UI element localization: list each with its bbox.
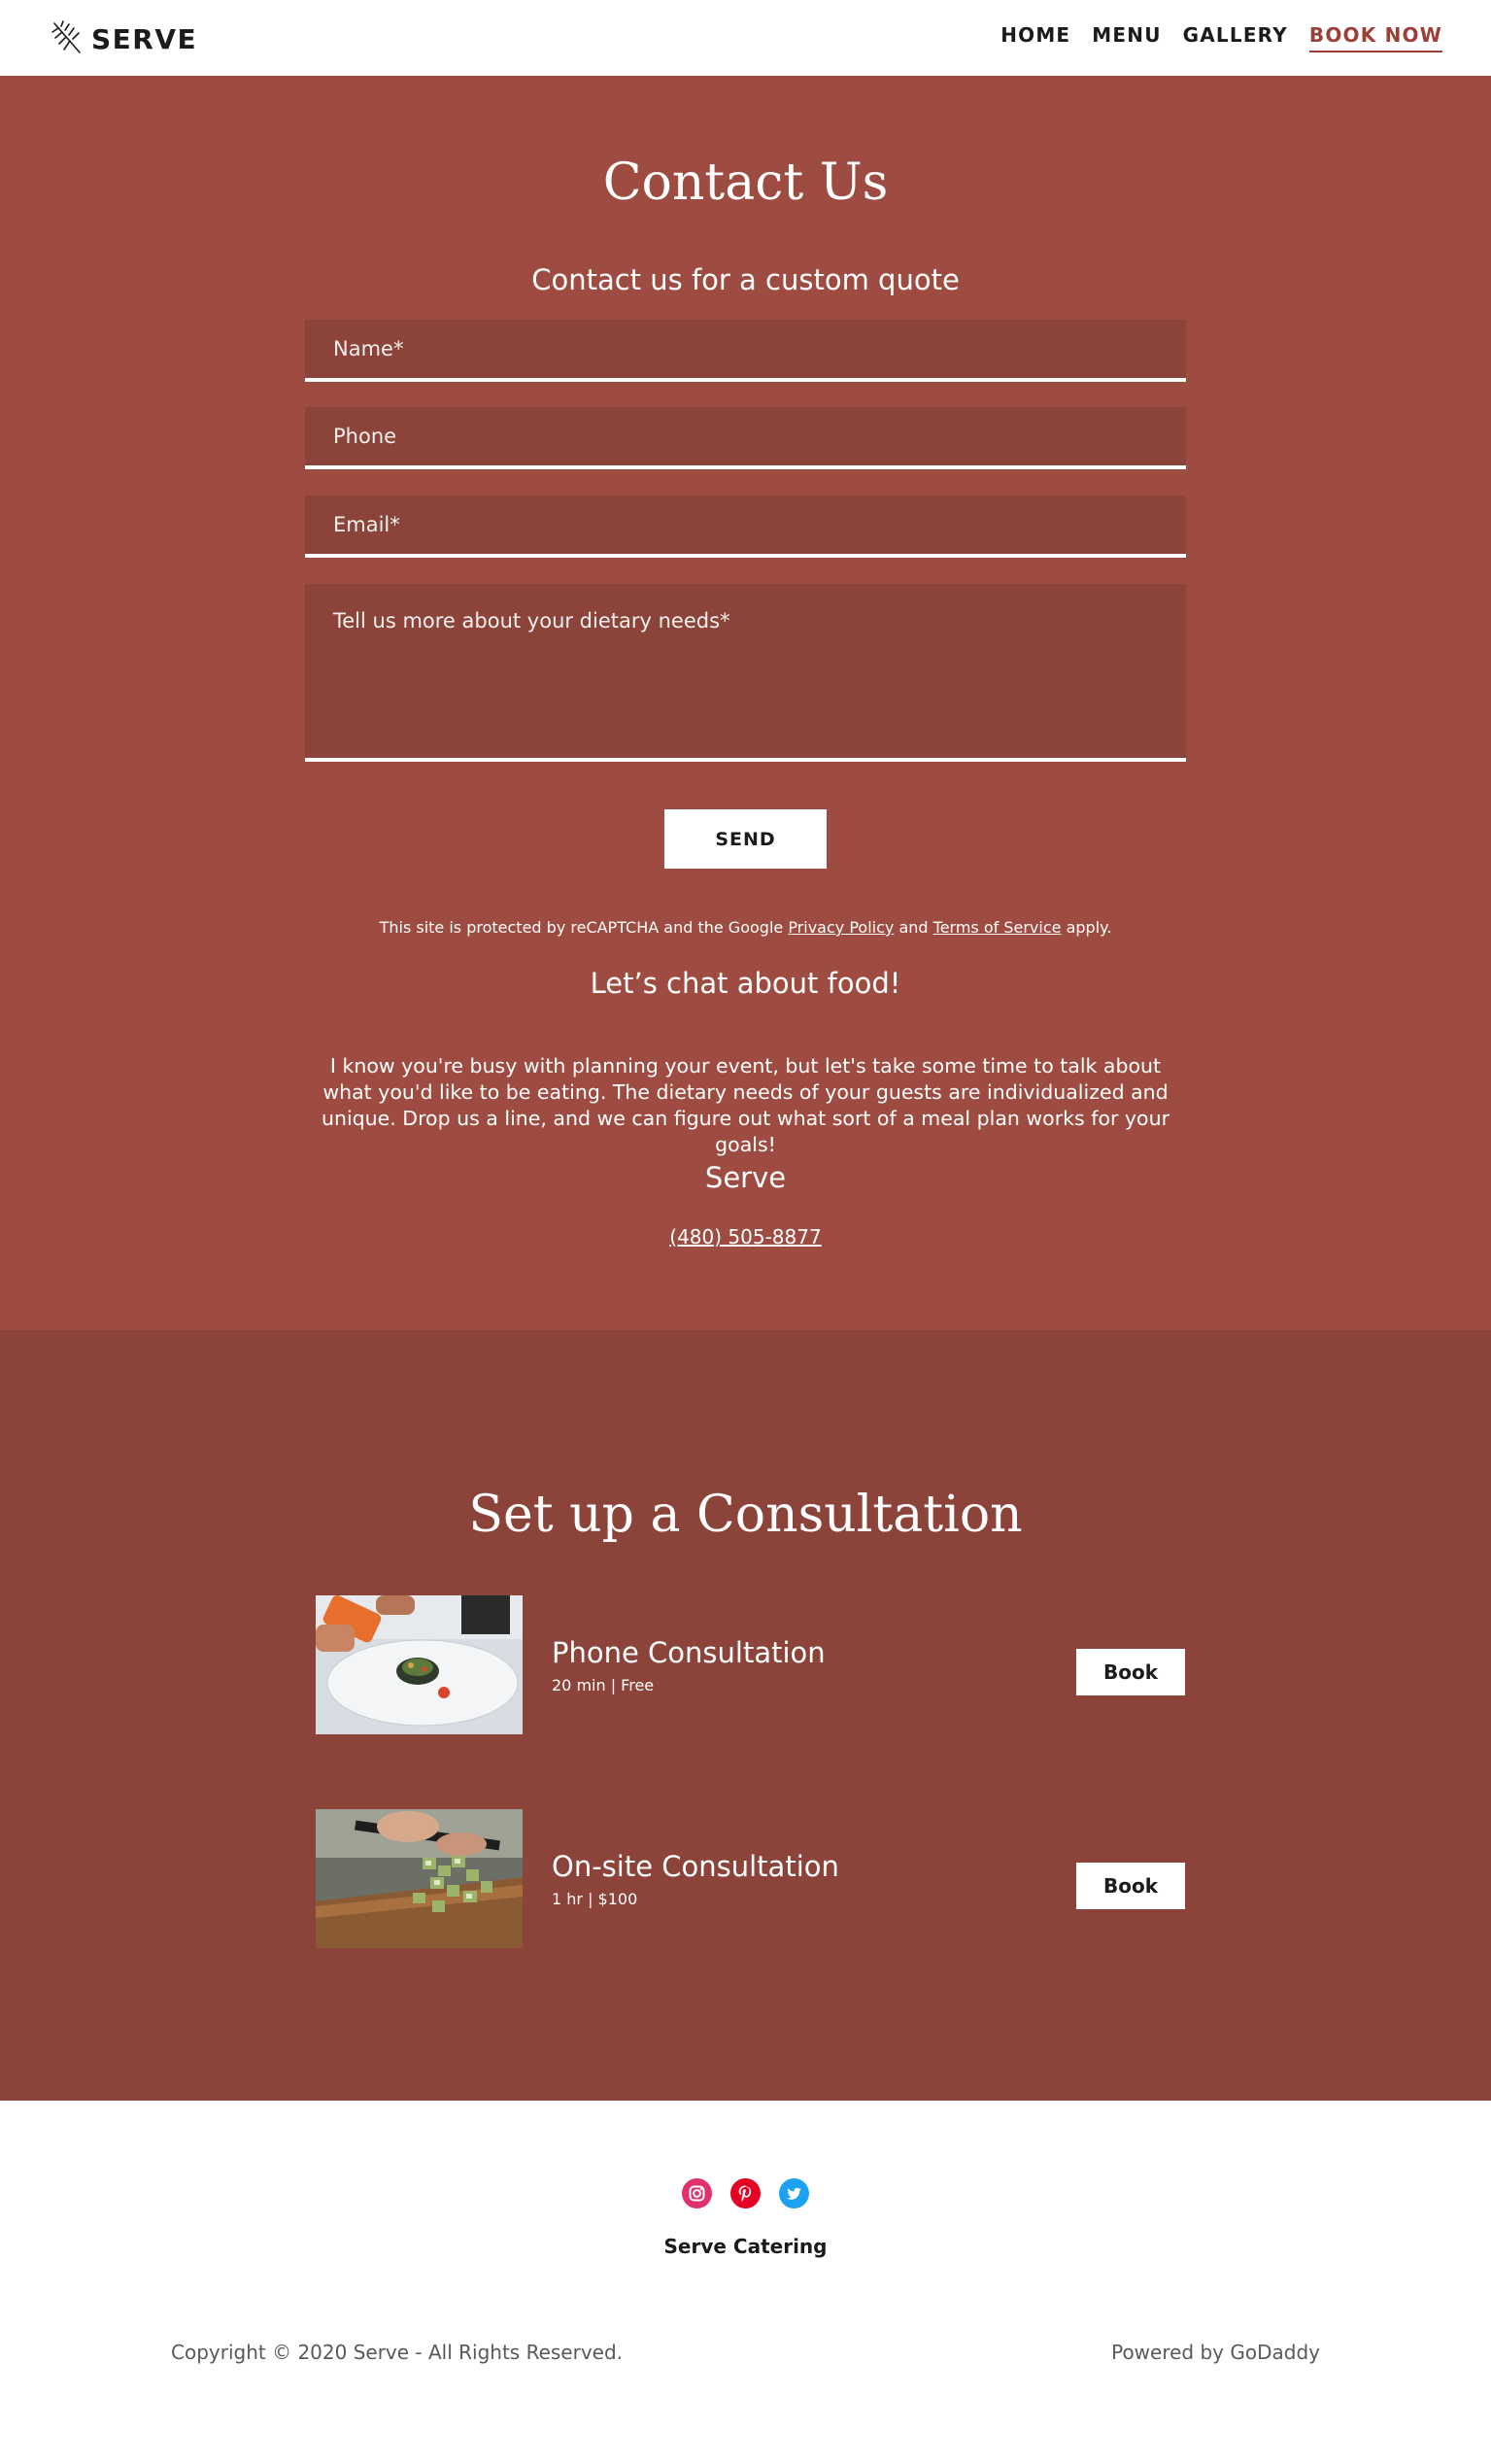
phone-input[interactable] [305, 407, 1186, 465]
nav-gallery[interactable]: GALLERY [1183, 23, 1288, 52]
footer-business-name: Serve Catering [663, 2235, 828, 2258]
pinterest-icon[interactable] [730, 2178, 761, 2208]
privacy-policy-link[interactable]: Privacy Policy [788, 918, 894, 937]
business-name: Serve [704, 1161, 787, 1194]
copyright-text: Copyright © 2020 Serve - All Rights Rese… [171, 2341, 624, 2364]
service-meta: 20 min | Free [552, 1676, 655, 1694]
phone-link[interactable]: (480) 505-8877 [669, 1225, 821, 1249]
social-links [0, 2178, 1491, 2208]
contact-subtitle: Contact us for a custom quote [531, 263, 960, 296]
name-input[interactable] [305, 320, 1186, 378]
nav-menu[interactable]: MENU [1092, 23, 1161, 52]
recaptcha-notice: This site is protected by reCAPTCHA and … [0, 918, 1491, 937]
nav-book-now[interactable]: BOOK NOW [1308, 23, 1442, 52]
nav-home[interactable]: HOME [1000, 23, 1070, 52]
message-textarea[interactable] [305, 584, 1186, 758]
consultation-title: Set up a Consultation [468, 1486, 1023, 1544]
book-phone-consultation-button[interactable]: Book [1076, 1649, 1185, 1695]
site-logo[interactable]: SERVE [51, 19, 197, 58]
name-field [305, 320, 1186, 382]
service-name: Phone Consultation [552, 1636, 826, 1669]
site-header: SERVE HOME MENU GALLERY BOOK NOW [0, 0, 1491, 76]
email-field [305, 496, 1186, 558]
service-meta: 1 hr | $100 [552, 1890, 638, 1908]
service-image-phone [316, 1595, 523, 1734]
service-image-onsite [316, 1809, 523, 1948]
recaptcha-middle: and [894, 918, 933, 937]
service-name: On-site Consultation [552, 1850, 839, 1883]
service-item: On-site Consultation 1 hr | $100 Book [316, 1809, 1185, 1948]
twitter-icon[interactable] [779, 2178, 809, 2208]
main-nav: HOME MENU GALLERY BOOK NOW [1000, 23, 1442, 52]
powered-by-text: Powered by GoDaddy [1111, 2341, 1320, 2364]
logo-text: SERVE [91, 22, 198, 55]
message-field [305, 584, 1186, 762]
email-input[interactable] [305, 496, 1186, 554]
contact-section: Contact Us Contact us for a custom quote… [0, 76, 1491, 1330]
chat-title: Let’s chat about food! [590, 967, 901, 1000]
recaptcha-prefix: This site is protected by reCAPTCHA and … [379, 918, 789, 937]
recaptcha-suffix: apply. [1061, 918, 1112, 937]
contact-title: Contact Us [602, 154, 889, 212]
book-onsite-consultation-button[interactable]: Book [1076, 1863, 1185, 1909]
service-item: Phone Consultation 20 min | Free Book [316, 1595, 1185, 1734]
send-button[interactable]: SEND [664, 809, 827, 869]
phone-number: (480) 505-8877 [0, 1225, 1491, 1249]
leaf-logo-icon [51, 20, 81, 53]
terms-of-service-link[interactable]: Terms of Service [933, 918, 1062, 937]
instagram-icon[interactable] [682, 2178, 712, 2208]
site-footer: Serve Catering Copyright © 2020 Serve - … [0, 2101, 1491, 2464]
phone-field [305, 407, 1186, 469]
consultation-section: Set up a Consultation Phone Consultation… [0, 1330, 1491, 2101]
chat-body: I know you're busy with planning your ev… [321, 1054, 1170, 1156]
